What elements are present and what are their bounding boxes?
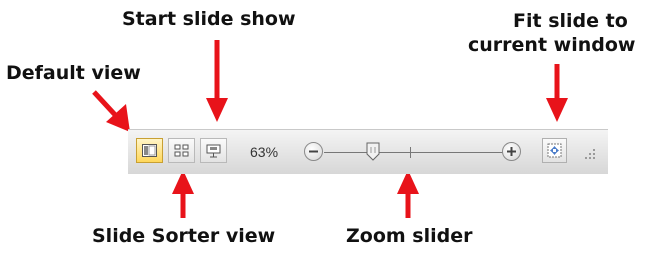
slide-sorter-icon <box>174 144 189 157</box>
resize-grip-icon[interactable] <box>584 148 596 160</box>
slide-show-button[interactable] <box>200 138 227 163</box>
zoom-out-icon <box>309 150 318 153</box>
fit-to-window-icon <box>547 143 562 158</box>
normal-view-button[interactable] <box>136 138 163 163</box>
arrow-fit-slide-head <box>546 98 568 122</box>
status-bar: 63% <box>128 129 608 174</box>
zoom-out-button[interactable] <box>304 142 323 161</box>
zoom-in-icon <box>507 147 516 156</box>
zoom-level-label[interactable]: 63% <box>250 144 278 160</box>
arrow-start-slide-show-head <box>206 98 228 122</box>
callout-arrows <box>92 40 568 218</box>
zoom-in-button[interactable] <box>502 142 521 161</box>
fit-to-window-button[interactable] <box>542 138 567 163</box>
zoom-slider-track[interactable] <box>324 152 510 153</box>
arrow-default-view <box>92 90 120 120</box>
zoom-slider-thumb[interactable] <box>366 142 380 161</box>
slide-sorter-view-button[interactable] <box>168 138 195 163</box>
zoom-slider-midpoint-tick <box>410 147 411 158</box>
slide-show-icon <box>206 144 221 157</box>
normal-view-icon <box>142 144 157 157</box>
